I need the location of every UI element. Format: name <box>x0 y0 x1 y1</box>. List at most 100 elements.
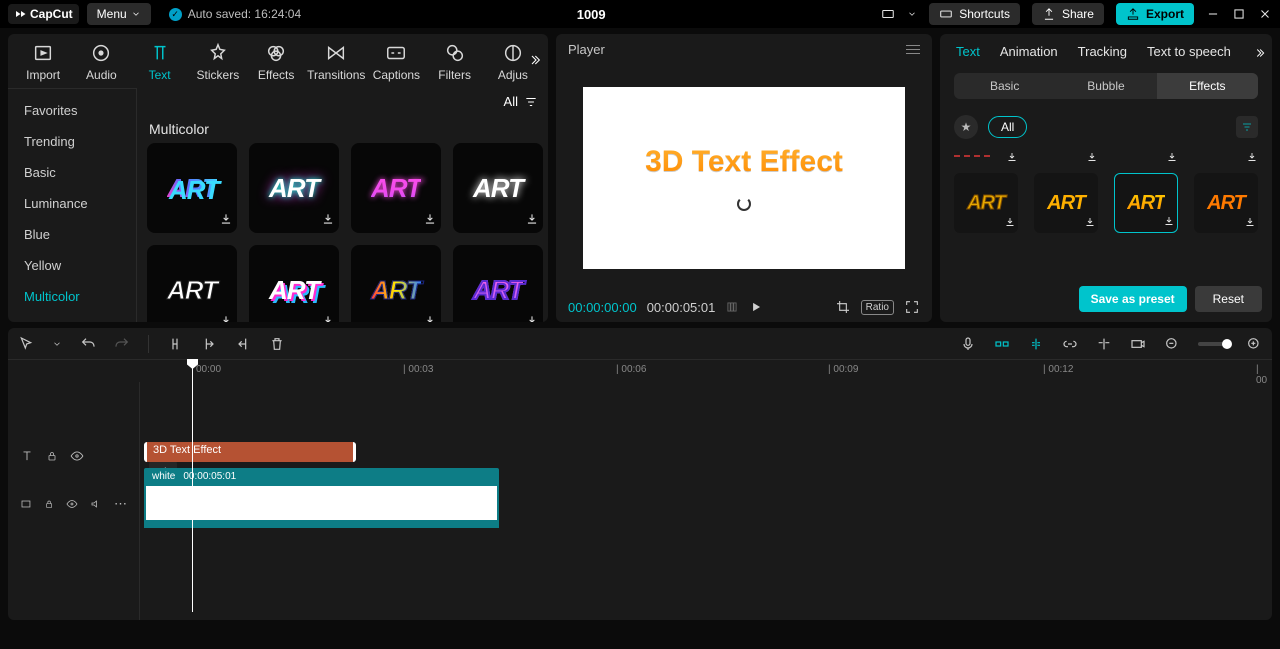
mute-icon[interactable] <box>90 497 102 511</box>
download-icon[interactable] <box>219 212 233 229</box>
sort-icon[interactable] <box>524 95 538 109</box>
video-clip[interactable]: white00:00:05:01 <box>144 468 499 528</box>
trim-left-icon[interactable] <box>201 336 217 352</box>
seg-effects[interactable]: Effects <box>1157 73 1258 99</box>
zoom-out-icon[interactable] <box>1164 336 1180 352</box>
zoom-in-icon[interactable] <box>1246 336 1262 352</box>
cat-favorites[interactable]: Favorites <box>8 95 136 126</box>
tab-captions[interactable]: Captions <box>369 40 423 82</box>
preset-thumb[interactable]: ART <box>249 245 339 322</box>
player-menu-icon[interactable] <box>906 45 920 54</box>
shortcuts-button[interactable]: Shortcuts <box>929 3 1020 25</box>
crop-icon[interactable] <box>835 299 851 315</box>
maximize-icon[interactable] <box>1232 7 1246 21</box>
effect-thumb-selected[interactable]: ART <box>1114 173 1178 233</box>
download-icon[interactable] <box>1246 151 1258 165</box>
playhead[interactable] <box>192 360 193 612</box>
download-icon[interactable] <box>1084 216 1096 231</box>
zoom-slider[interactable] <box>1198 342 1228 346</box>
undo-icon[interactable] <box>80 336 96 352</box>
effect-thumb[interactable]: ART <box>954 173 1018 233</box>
preset-thumb[interactable]: ART <box>453 245 543 322</box>
download-icon[interactable] <box>423 212 437 229</box>
chevron-down-small-icon[interactable] <box>907 7 917 21</box>
fullscreen-icon[interactable] <box>904 299 920 315</box>
download-icon[interactable] <box>1244 216 1256 231</box>
seg-bubble[interactable]: Bubble <box>1055 73 1156 99</box>
preset-thumb[interactable]: ART <box>351 143 441 233</box>
insp-tab-animation[interactable]: Animation <box>1000 44 1058 59</box>
download-icon[interactable] <box>1006 151 1018 165</box>
download-icon[interactable] <box>525 212 539 229</box>
cat-trending[interactable]: Trending <box>8 126 136 157</box>
cat-multicolor[interactable]: Multicolor <box>8 281 136 312</box>
tab-effects[interactable]: Effects <box>249 40 303 82</box>
text-clip[interactable]: 3D Text Effect <box>144 442 356 462</box>
cat-yellow[interactable]: Yellow <box>8 250 136 281</box>
tab-transitions[interactable]: Transitions <box>307 40 365 82</box>
delete-icon[interactable] <box>269 336 285 352</box>
download-icon[interactable] <box>525 314 539 322</box>
snap-track-icon[interactable] <box>1028 336 1044 352</box>
link-icon[interactable] <box>1062 336 1078 352</box>
eye-icon[interactable] <box>66 497 78 511</box>
cat-luminance[interactable]: Luminance <box>8 188 136 219</box>
preview-stage[interactable]: 3D Text Effect <box>583 87 905 269</box>
effect-thumb[interactable]: ART <box>1034 173 1098 233</box>
insp-tab-text[interactable]: Text <box>956 44 980 59</box>
mic-icon[interactable] <box>960 336 976 352</box>
reset-button[interactable]: Reset <box>1195 286 1262 312</box>
insp-overflow-icon[interactable] <box>1252 46 1266 63</box>
more-icon[interactable]: ⋯ <box>114 496 127 512</box>
effect-thumb-partial[interactable] <box>954 155 990 157</box>
download-icon[interactable] <box>321 314 335 322</box>
download-icon[interactable] <box>219 314 233 322</box>
menu-button[interactable]: Menu <box>87 3 151 25</box>
chevron-down-icon[interactable] <box>52 339 62 349</box>
minimize-icon[interactable] <box>1206 7 1220 21</box>
tab-text[interactable]: Text <box>133 40 187 82</box>
share-button[interactable]: Share <box>1032 3 1104 25</box>
ratio-button[interactable]: Ratio <box>861 300 894 315</box>
tab-import[interactable]: Import <box>16 40 70 82</box>
sort-icon[interactable] <box>1236 116 1258 138</box>
redo-icon[interactable] <box>114 336 130 352</box>
trim-right-icon[interactable] <box>235 336 251 352</box>
tab-audio[interactable]: Audio <box>74 40 128 82</box>
lock-icon[interactable] <box>44 498 54 510</box>
lock-icon[interactable] <box>46 450 58 462</box>
save-preset-button[interactable]: Save as preset <box>1079 286 1187 312</box>
filter-all[interactable]: All <box>504 94 518 109</box>
preset-thumb[interactable]: ART <box>147 143 237 233</box>
insp-tab-tts[interactable]: Text to speech <box>1147 44 1231 59</box>
insp-tab-tracking[interactable]: Tracking <box>1078 44 1127 59</box>
style-segment[interactable]: Basic Bubble Effects <box>954 73 1258 99</box>
cursor-icon[interactable] <box>18 336 34 352</box>
tab-stickers[interactable]: Stickers <box>191 40 245 82</box>
download-icon[interactable] <box>1004 216 1016 231</box>
favorite-icon[interactable]: ★ <box>954 115 978 139</box>
download-icon[interactable] <box>321 212 335 229</box>
play-icon[interactable] <box>749 300 763 314</box>
columns-icon[interactable] <box>725 300 739 314</box>
cat-blue[interactable]: Blue <box>8 219 136 250</box>
cat-basic[interactable]: Basic <box>8 157 136 188</box>
preset-thumb[interactable]: ART <box>351 245 441 322</box>
download-icon[interactable] <box>1166 151 1178 165</box>
effect-thumb[interactable]: ART <box>1194 173 1258 233</box>
snap-main-icon[interactable] <box>994 336 1010 352</box>
seg-basic[interactable]: Basic <box>954 73 1055 99</box>
tab-filters[interactable]: Filters <box>428 40 482 82</box>
close-icon[interactable] <box>1258 7 1272 21</box>
aspect-icon[interactable] <box>881 7 895 21</box>
tabs-overflow-icon[interactable] <box>526 52 542 71</box>
download-icon[interactable] <box>423 314 437 322</box>
export-button[interactable]: Export <box>1116 3 1194 25</box>
split-icon[interactable] <box>167 336 183 352</box>
align-icon[interactable] <box>1096 336 1112 352</box>
preset-thumb[interactable]: ART <box>249 143 339 233</box>
download-icon[interactable] <box>1163 215 1175 230</box>
preset-thumb[interactable]: ART <box>453 143 543 233</box>
download-icon[interactable] <box>1086 151 1098 165</box>
preview-quality-icon[interactable] <box>1130 336 1146 352</box>
